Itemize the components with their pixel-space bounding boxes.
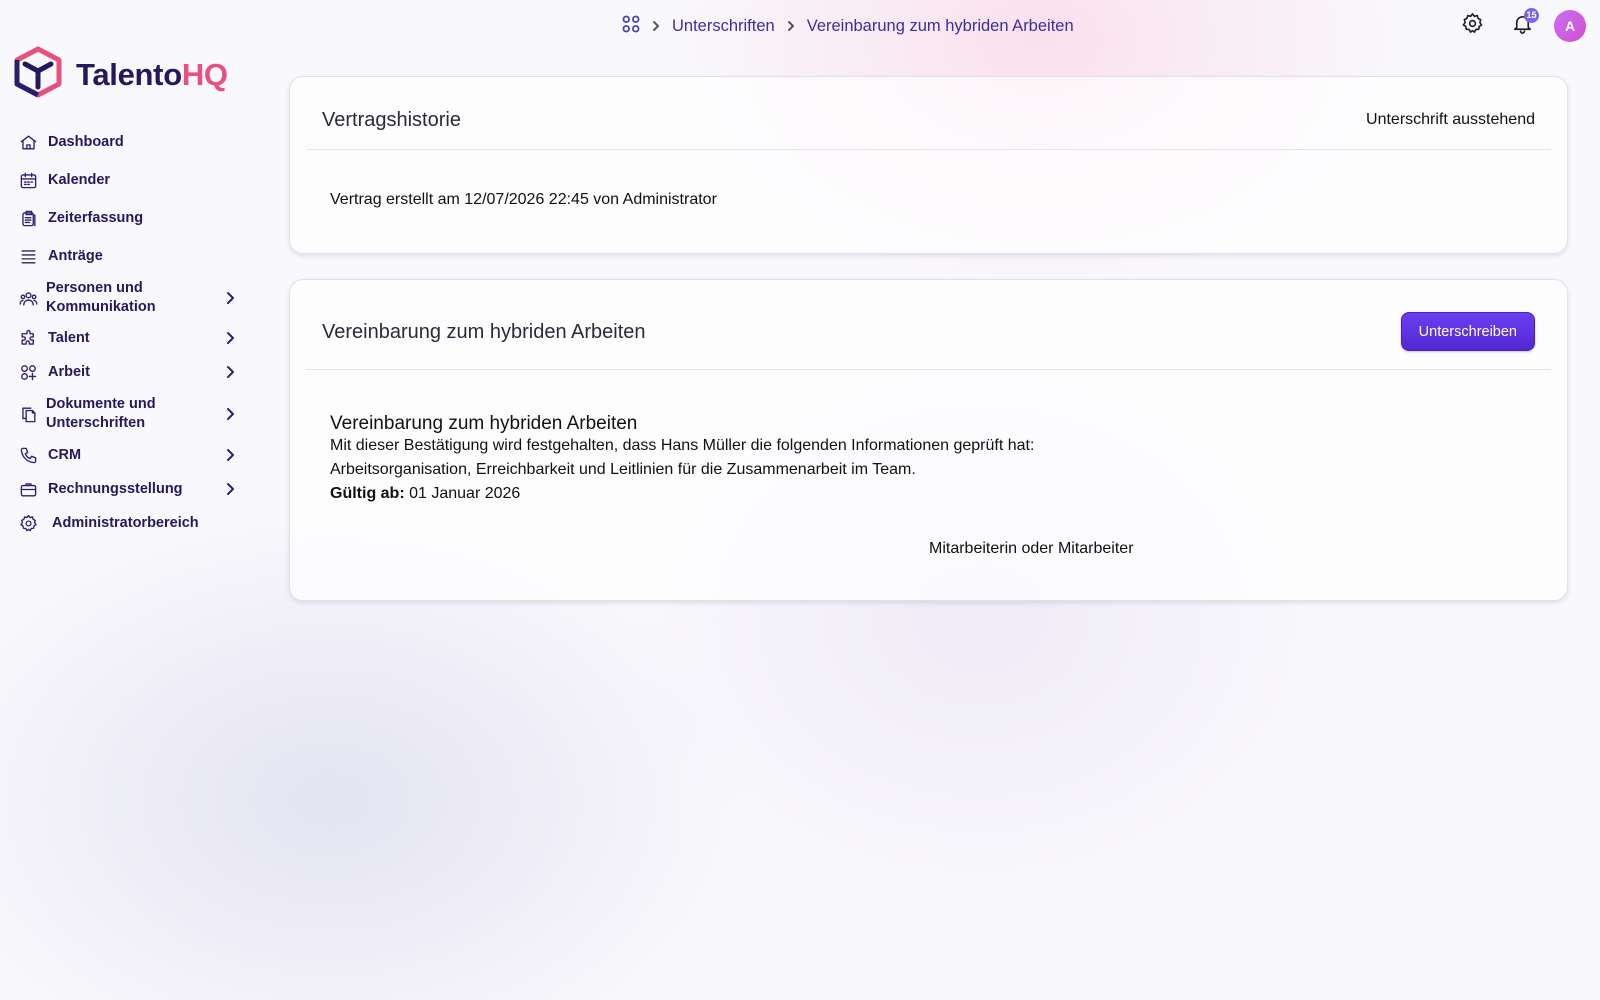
card-header: Vertragshistorie Unterschrift ausstehend bbox=[306, 77, 1551, 150]
valid-from-value: 01 Januar 2026 bbox=[409, 485, 521, 502]
cube-logo-icon bbox=[14, 46, 62, 103]
sidebar-item-dokumente-und-unterschriften[interactable]: Dokumente und Unterschriften bbox=[0, 394, 248, 434]
sidebar: TalentoHQ Dashboard Kalender Zeiterfassu… bbox=[0, 0, 260, 1000]
brand-name-part2: HQ bbox=[181, 56, 228, 92]
puzzle-icon bbox=[18, 328, 38, 348]
valid-from-label: Gültig ab: bbox=[330, 485, 405, 502]
chevron-right-icon bbox=[222, 481, 238, 497]
chevron-right-icon bbox=[650, 20, 662, 32]
notification-count-badge: 15 bbox=[1524, 8, 1539, 23]
breadcrumb: Unterschriften Vereinbarung zum hybriden… bbox=[622, 14, 1074, 38]
sidebar-item-label: Zeiterfassung bbox=[48, 209, 144, 226]
sidebar-item-antraege[interactable]: Anträge bbox=[0, 246, 248, 266]
home-icon bbox=[18, 132, 38, 152]
signature-status: Unterschrift ausstehend bbox=[1366, 111, 1535, 128]
settings-button[interactable] bbox=[1454, 8, 1490, 44]
sidebar-item-label: Kalender bbox=[48, 171, 111, 188]
phone-icon bbox=[18, 445, 38, 465]
breadcrumb-item-current[interactable]: Vereinbarung zum hybriden Arbeiten bbox=[807, 17, 1074, 36]
brand-logo[interactable]: TalentoHQ bbox=[14, 46, 228, 103]
document-card: Vereinbarung zum hybriden Arbeiten Unter… bbox=[289, 279, 1568, 601]
chevron-right-icon bbox=[222, 406, 238, 422]
sidebar-item-label: Personen und Kommunikation bbox=[46, 280, 156, 315]
sidebar-item-label: Rechnungsstellung bbox=[48, 480, 183, 497]
valid-from: Gültig ab: 01 Januar 2026 bbox=[330, 485, 520, 503]
card-title: Vertragshistorie bbox=[322, 109, 461, 131]
contract-history-card: Vertragshistorie Unterschrift ausstehend… bbox=[289, 76, 1568, 254]
sidebar-item-label: Arbeit bbox=[48, 363, 90, 380]
sidebar-item-label: CRM bbox=[48, 446, 82, 463]
sidebar-item-label: Anträge bbox=[48, 247, 103, 264]
sign-button[interactable]: Unterschreiben bbox=[1400, 312, 1535, 351]
sidebar-item-administratorbereich[interactable]: Administratorbereich bbox=[0, 513, 248, 533]
history-entry: Vertrag erstellt am 12/07/2026 22:45 von… bbox=[330, 191, 717, 208]
sidebar-item-label: Talent bbox=[48, 329, 90, 346]
card-header: Vereinbarung zum hybriden Arbeiten Unter… bbox=[306, 280, 1551, 370]
sidebar-item-kalender[interactable]: Kalender bbox=[0, 170, 248, 190]
brand-name-part1: Talento bbox=[76, 56, 182, 92]
card-title: Vereinbarung zum hybriden Arbeiten bbox=[322, 321, 646, 343]
gear-icon bbox=[1461, 12, 1484, 40]
briefcase-icon bbox=[18, 479, 38, 499]
sidebar-item-label: Dokumente und Unterschriften bbox=[46, 396, 156, 431]
brand-name: TalentoHQ bbox=[76, 57, 228, 93]
document-text-line: Mit dieser Bestätigung wird festgehalten… bbox=[330, 437, 1035, 454]
chevron-right-icon bbox=[222, 447, 238, 463]
chevron-right-icon bbox=[222, 364, 238, 380]
sidebar-item-arbeit[interactable]: Arbeit bbox=[0, 362, 248, 382]
sidebar-item-personen-und-kommunikation[interactable]: Personen und Kommunikation bbox=[0, 278, 248, 318]
chevron-right-icon bbox=[222, 330, 238, 346]
calendar-icon bbox=[18, 170, 38, 190]
grid-icon[interactable] bbox=[622, 15, 640, 38]
avatar[interactable]: A bbox=[1554, 10, 1586, 42]
sidebar-item-label: Dashboard bbox=[48, 133, 124, 150]
breadcrumb-item-unterschriften[interactable]: Unterschriften bbox=[672, 17, 775, 36]
chevron-right-icon bbox=[785, 20, 797, 32]
list-icon bbox=[18, 246, 38, 266]
gear-icon bbox=[18, 513, 38, 533]
sidebar-item-dashboard[interactable]: Dashboard bbox=[0, 132, 248, 152]
sidebar-item-crm[interactable]: CRM bbox=[0, 445, 248, 465]
sidebar-item-rechnungsstellung[interactable]: Rechnungsstellung bbox=[0, 479, 248, 499]
notifications-button[interactable]: 15 bbox=[1504, 8, 1540, 44]
document-title: Vereinbarung zum hybriden Arbeiten bbox=[330, 413, 638, 434]
sidebar-item-talent[interactable]: Talent bbox=[0, 328, 248, 348]
sidebar-item-zeiterfassung[interactable]: Zeiterfassung bbox=[0, 208, 248, 228]
signer-label: Mitarbeiterin oder Mitarbeiter bbox=[929, 540, 1134, 557]
topbar-actions: 15 A bbox=[1454, 8, 1586, 44]
document-text-line: Arbeitsorganisation, Erreichbarkeit und … bbox=[330, 461, 916, 478]
sidebar-item-label: Administratorbereich bbox=[52, 514, 199, 531]
people-icon bbox=[18, 288, 38, 308]
apps-add-icon bbox=[18, 362, 38, 382]
clipboard-icon bbox=[18, 208, 38, 228]
chevron-right-icon bbox=[222, 290, 238, 306]
documents-icon bbox=[18, 404, 38, 424]
